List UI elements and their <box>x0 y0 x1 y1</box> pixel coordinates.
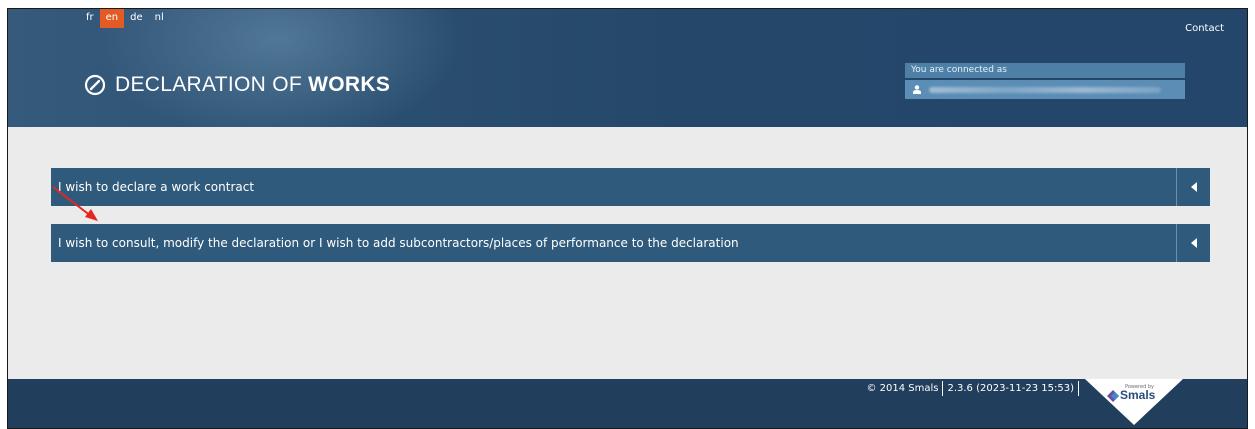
accordion-label: I wish to declare a work contract <box>58 180 255 194</box>
version-text: 2.3.6 (2023-11-23 15:53) <box>947 383 1074 394</box>
app-window: fr en de nl Contact DECLARATION OF WORKS… <box>7 8 1248 429</box>
powered-by-smals-badge[interactable]: Powered by Smals <box>1085 379 1183 425</box>
header: fr en de nl Contact DECLARATION OF WORKS… <box>8 9 1247 127</box>
accordion-declare-contract[interactable]: I wish to declare a work contract <box>51 168 1210 206</box>
app-logo[interactable]: DECLARATION OF WORKS <box>84 73 390 97</box>
footer-divider <box>942 381 944 396</box>
footer-divider <box>1078 381 1079 396</box>
language-switcher: fr en de nl <box>80 9 170 28</box>
user-info-box: You are connected as <box>905 63 1185 99</box>
username-redacted <box>929 86 1161 93</box>
user-icon <box>913 85 921 94</box>
lang-de[interactable]: de <box>124 9 149 28</box>
app-title: DECLARATION OF WORKS <box>115 73 391 96</box>
username-row <box>905 80 1185 99</box>
contact-link[interactable]: Contact <box>1185 23 1224 34</box>
caret-left-icon <box>1190 238 1197 248</box>
lang-nl[interactable]: nl <box>149 9 170 28</box>
lang-fr[interactable]: fr <box>80 9 100 28</box>
accordion-toggle[interactable] <box>1176 224 1210 262</box>
smals-brand: Smals <box>1120 388 1156 402</box>
compass-circle-icon <box>84 74 106 96</box>
footer-info: © 2014 Smals 2.3.6 (2023-11-23 15:53) <box>866 381 1083 396</box>
lang-en[interactable]: en <box>99 9 125 28</box>
copyright-text: © 2014 Smals <box>866 383 939 394</box>
accordion-label: I wish to consult, modify the declaratio… <box>58 236 739 250</box>
accordion-toggle[interactable] <box>1176 168 1210 206</box>
connected-as-label: You are connected as <box>905 63 1185 78</box>
caret-left-icon <box>1190 182 1197 192</box>
footer: © 2014 Smals 2.3.6 (2023-11-23 15:53) Po… <box>8 379 1247 428</box>
accordion-consult-modify[interactable]: I wish to consult, modify the declaratio… <box>51 224 1210 262</box>
